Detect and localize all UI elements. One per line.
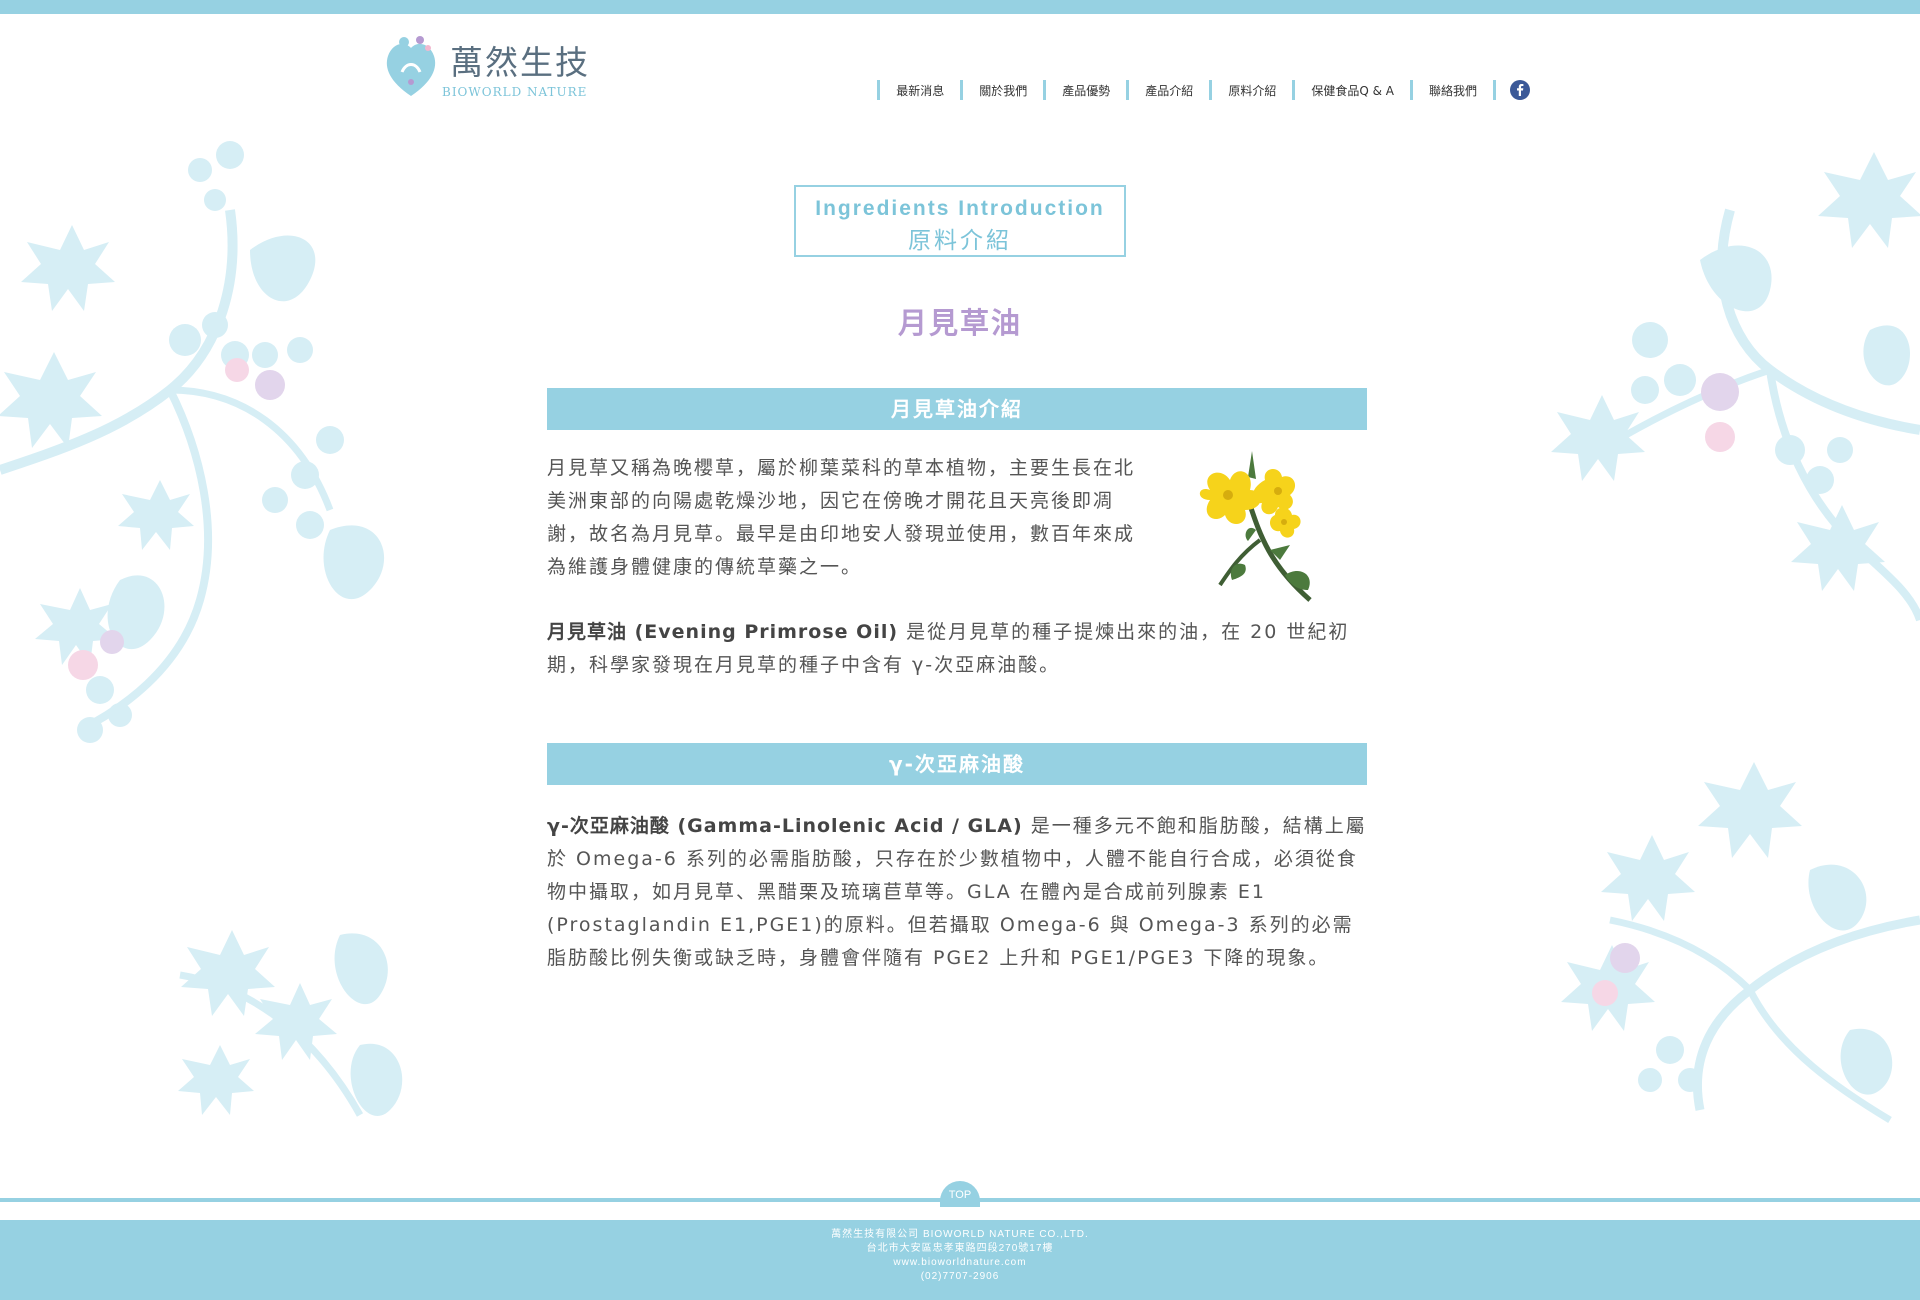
footer-address: 台北市大安區忠孝東路四段270號17樓: [866, 1243, 1054, 1254]
intro-heading: 月見草油介紹: [547, 388, 1367, 430]
section-title-box: Ingredients Introduction 原料介紹: [794, 185, 1126, 257]
brand-name-en: BIOWORLD NATURE: [442, 85, 588, 99]
nav-item-products[interactable]: 產品介紹: [1126, 80, 1209, 100]
footer-phone: (02)7707-2906: [920, 1271, 1000, 1282]
nav-item-faq[interactable]: 保健食品Q & A: [1292, 80, 1410, 100]
gla-paragraph: γ-次亞麻油酸 (Gamma-Linolenic Acid / GLA) 是一種…: [547, 810, 1367, 975]
nav-separator: [1493, 80, 1496, 100]
floral-decoration-left-icon: [0, 141, 385, 743]
gla-description: 是一種多元不飽和脂肪酸，結構上屬於 Omega-6 系列的必需脂肪酸，只存在於少…: [547, 815, 1367, 969]
page-title: 月見草油: [897, 306, 1022, 340]
floral-decoration-left-bottom-icon: [178, 930, 403, 1117]
brand-logo[interactable]: 萬然生技 BIOWORLD NATURE: [382, 30, 588, 104]
section-title-en: Ingredients Introduction: [815, 197, 1105, 220]
top-accent-bar: [0, 0, 1920, 14]
nav-item-about[interactable]: 關於我們: [960, 80, 1043, 100]
brand-name-cn: 萬然生技: [450, 43, 590, 82]
intro-paragraph: 月見草又稱為晚櫻草，屬於柳葉菜科的草本植物，主要生長在北美洲東部的向陽處乾燥沙地…: [547, 457, 1136, 578]
nav-item-contact[interactable]: 聯絡我們: [1409, 80, 1493, 100]
nav-item-news[interactable]: 最新消息: [877, 80, 960, 100]
main-nav: 最新消息 關於我們 產品優勢 產品介紹 原料介紹 保健食品Q & A 聯絡我們: [877, 79, 1530, 101]
nav-item-advantages[interactable]: 產品優勢: [1043, 80, 1126, 100]
section-title-cn: 原料介紹: [908, 228, 1012, 254]
back-to-top-button[interactable]: TOP: [940, 1181, 980, 1207]
footer-company: 萬然生技有限公司 BIOWORLD NATURE CO.,LTD.: [831, 1229, 1089, 1240]
intro-paragraph-2: 月見草油 (Evening Primrose Oil) 是從月見草的種子提煉出來…: [547, 616, 1367, 682]
facebook-icon[interactable]: [1510, 80, 1530, 100]
floral-decoration-right-bottom-icon: [1561, 762, 1920, 1124]
site-footer: 萬然生技有限公司 BIOWORLD NATURE CO.,LTD. 台北市大安區…: [0, 1220, 1920, 1300]
nav-item-ingredients[interactable]: 原料介紹: [1209, 80, 1292, 100]
primrose-oil-term: 月見草油 (Evening Primrose Oil): [547, 621, 899, 643]
gla-heading: γ-次亞麻油酸: [547, 743, 1367, 785]
gla-term: γ-次亞麻油酸 (Gamma-Linolenic Acid / GLA): [547, 815, 1023, 837]
floral-decoration-right-icon: [1551, 152, 1920, 622]
logo-mark-icon: [386, 36, 436, 96]
evening-primrose-image-icon: [1199, 451, 1312, 602]
footer-website[interactable]: www.bioworldnature.com: [0, 1256, 1920, 1270]
